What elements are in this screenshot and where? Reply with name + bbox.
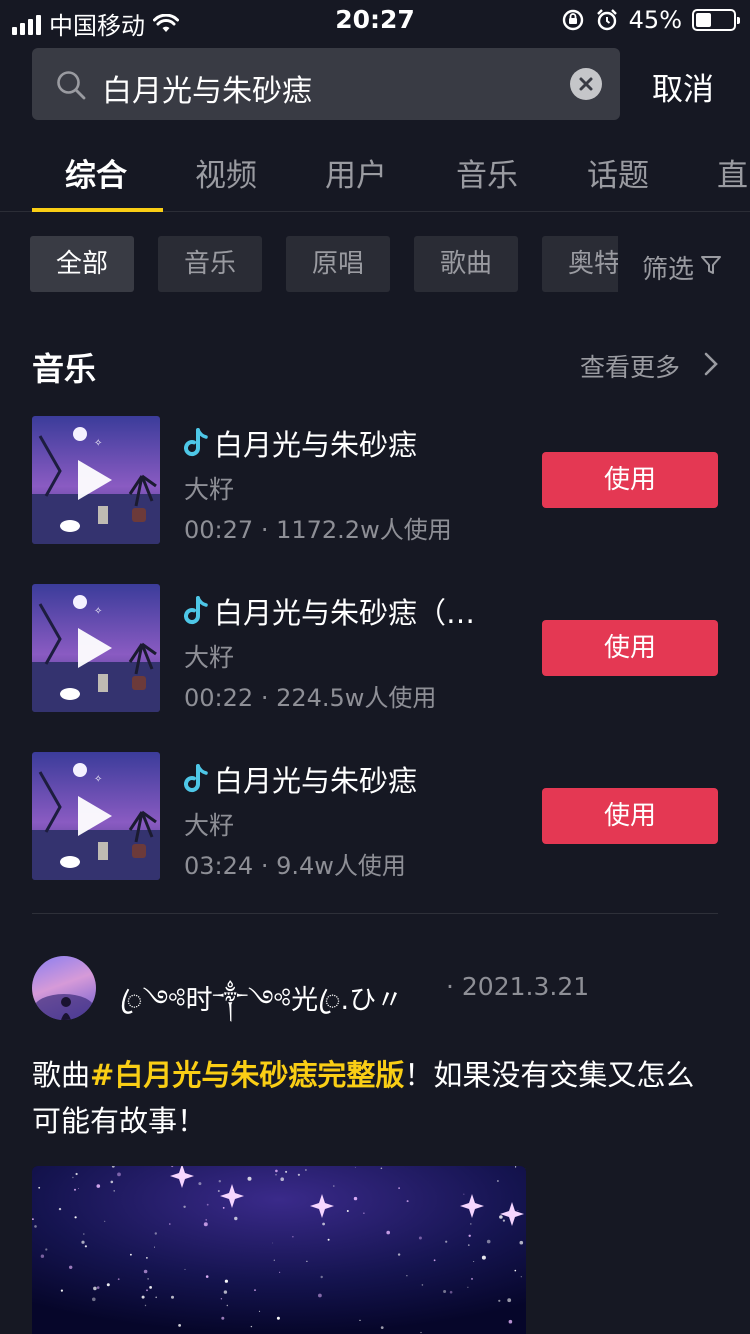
svg-text:✧: ✧ — [94, 774, 102, 785]
filter-button[interactable]: 筛选 — [618, 236, 750, 292]
chevron-right-icon — [704, 352, 718, 376]
post-date-text: 2021.3.21 — [461, 972, 590, 1001]
music-track-row[interactable]: ✧ 白月光与朱砂痣 大籽 03:24 · 9.4w人使用 使用 — [0, 752, 750, 880]
track-usage-count: 224.5w人使用 — [276, 684, 437, 712]
svg-text:✧: ✧ — [94, 438, 102, 449]
chip-music[interactable]: 音乐 — [158, 236, 262, 292]
filter-label: 筛选 — [642, 255, 695, 285]
rotation-lock-icon — [562, 9, 583, 31]
tab-video[interactable]: 视频 — [195, 150, 257, 195]
album-cover[interactable]: ✧ — [32, 416, 160, 544]
track-duration: 00:22 — [184, 684, 254, 712]
meta-separator: · — [260, 516, 269, 544]
track-title-text: 白月光与朱砂痣（… — [214, 596, 476, 630]
track-artist: 大籽 — [184, 643, 235, 672]
album-cover[interactable]: ✧ — [32, 584, 160, 712]
tab-topics[interactable]: 话题 — [587, 150, 649, 195]
status-bar: 中国移动 20:27 45% — [0, 0, 750, 40]
track-usage-count: 1172.2w人使用 — [276, 516, 452, 544]
track-meta: 00:22 · 224.5w人使用 — [184, 678, 436, 713]
view-more-label: 查看更多 — [580, 353, 681, 382]
music-note-icon — [184, 764, 208, 793]
result-tabs: 综合 视频 用户 音乐 话题 直 — [0, 150, 750, 212]
music-track-row[interactable]: ✧ 白月光与朱砂痣 大籽 00:27 · 1172.2w人使用 使用 — [0, 416, 750, 544]
date-separator: · — [446, 972, 454, 1001]
filter-icon — [701, 256, 721, 274]
post-date: · 2021.3.21 — [446, 972, 589, 1001]
meta-separator: · — [260, 684, 269, 712]
tab-music[interactable]: 音乐 — [456, 150, 518, 195]
search-query: 白月光与朱砂痣 — [102, 74, 312, 109]
meta-separator: · — [260, 852, 269, 880]
close-icon — [579, 77, 593, 91]
music-note-icon — [184, 596, 208, 625]
tab-comprehensive[interactable]: 综合 — [65, 150, 127, 195]
tab-live[interactable]: 直 — [717, 150, 748, 195]
tab-users[interactable]: 用户 — [325, 150, 387, 195]
avatar[interactable] — [32, 956, 96, 1020]
battery-icon — [692, 9, 740, 31]
caption-hashtag[interactable]: #白月光与朱砂痣完整版 — [90, 1058, 404, 1092]
post-caption: 歌曲#白月光与朱砂痣完整版！如果没有交集又怎么可能有故事！ — [32, 1052, 722, 1144]
music-note-icon — [184, 428, 208, 457]
chip-original[interactable]: 原唱 — [286, 236, 390, 292]
track-title: 白月光与朱砂痣 — [184, 422, 417, 464]
chip-all[interactable]: 全部 — [30, 236, 134, 292]
battery-percent: 45% — [628, 6, 682, 34]
tab-active-indicator — [32, 208, 163, 212]
section-divider — [32, 913, 718, 914]
track-duration: 00:27 — [184, 516, 254, 544]
track-meta: 03:24 · 9.4w人使用 — [184, 846, 406, 881]
music-track-row[interactable]: ✧ 白月光与朱砂痣（… 大籽 00:22 · 224.5w人使用 使用 — [0, 584, 750, 712]
search-results-page: 中国移动 20:27 45% 白月光与朱砂痣 取消 综合 视频 用户 音乐 话题… — [0, 0, 750, 1334]
post-username[interactable]: ꦿ༺时༒༺光ꦿ.ひ〃 — [120, 970, 403, 1046]
search-icon — [57, 71, 86, 100]
track-artist: 大籽 — [184, 475, 235, 504]
chip-songs[interactable]: 歌曲 — [414, 236, 518, 292]
track-usage-count: 9.4w人使用 — [276, 852, 406, 880]
caption-prefix: 歌曲 — [32, 1058, 91, 1092]
play-icon[interactable] — [78, 628, 112, 668]
view-more-link[interactable]: 查看更多 — [580, 348, 718, 384]
track-meta: 00:27 · 1172.2w人使用 — [184, 510, 452, 545]
cancel-button[interactable]: 取消 — [652, 64, 714, 109]
music-section-title: 音乐 — [32, 350, 97, 388]
clear-search-button[interactable] — [570, 68, 602, 100]
use-music-button[interactable]: 使用 — [542, 788, 718, 844]
play-icon[interactable] — [78, 796, 112, 836]
search-input[interactable]: 白月光与朱砂痣 — [32, 48, 620, 120]
track-title: 白月光与朱砂痣 — [184, 758, 417, 800]
svg-text:✧: ✧ — [94, 606, 102, 617]
track-title-text: 白月光与朱砂痣 — [214, 428, 418, 462]
album-cover[interactable]: ✧ — [32, 752, 160, 880]
track-title-text: 白月光与朱砂痣 — [214, 764, 418, 798]
track-artist: 大籽 — [184, 811, 235, 840]
post-video-thumbnail[interactable] — [32, 1166, 526, 1334]
track-duration: 03:24 — [184, 852, 254, 880]
play-icon[interactable] — [78, 460, 112, 500]
track-title: 白月光与朱砂痣（… — [184, 590, 475, 632]
use-music-button[interactable]: 使用 — [542, 620, 718, 676]
use-music-button[interactable]: 使用 — [542, 452, 718, 508]
alarm-icon — [596, 9, 617, 31]
status-right: 45% — [561, 6, 740, 34]
